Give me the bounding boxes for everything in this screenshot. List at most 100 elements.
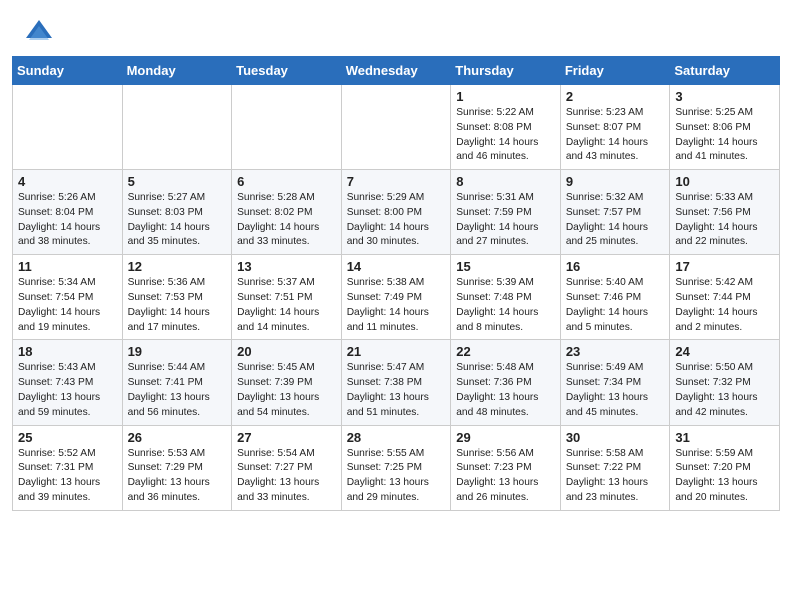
day-info: Sunrise: 5:56 AMSunset: 7:23 PMDaylight:… — [456, 447, 555, 506]
calendar-cell — [232, 85, 342, 170]
calendar-container: SundayMondayTuesdayWednesdayThursdayFrid… — [0, 56, 792, 523]
day-info: Sunrise: 5:55 AMSunset: 7:25 PMDaylight:… — [347, 447, 446, 506]
day-number: 21 — [347, 344, 446, 359]
calendar-cell: 5Sunrise: 5:27 AMSunset: 8:03 PMDaylight… — [122, 170, 232, 255]
calendar-cell: 22Sunrise: 5:48 AMSunset: 7:36 PMDayligh… — [451, 340, 561, 425]
logo — [24, 18, 58, 48]
calendar-cell: 31 Sunrise: 5:59 AMSunset: 7:20 PMDayligh… — [670, 425, 780, 510]
calendar-cell: 18 Sunrise: 5:43 AMSunset: 7:43 PMDayligh… — [13, 340, 123, 425]
calendar-cell: 14Sunrise: 5:38 AMSunset: 7:49 PMDayligh… — [341, 255, 451, 340]
calendar-cell: 27 Sunrise: 5:54 AMSunset: 7:27 PMDayligh… — [232, 425, 342, 510]
day-info: Sunrise: 5:22 AMSunset: 8:08 PMDaylight:… — [456, 106, 555, 165]
calendar-week-row: 1 Sunrise: 5:22 AMSunset: 8:08 PMDaylight… — [13, 85, 780, 170]
day-info: Sunrise: 5:50 AMSunset: 7:32 PMDaylight:… — [675, 361, 774, 420]
weekday-header-tuesday: Tuesday — [232, 57, 342, 85]
day-number: 27 — [237, 430, 336, 445]
calendar-cell: 24 Sunrise: 5:50 AMSunset: 7:32 PMDayligh… — [670, 340, 780, 425]
day-number: 7 — [347, 174, 446, 189]
day-number: 11 — [18, 259, 117, 274]
day-number: 30 — [566, 430, 665, 445]
day-number: 19 — [128, 344, 227, 359]
day-info: Sunrise: 5:28 AMSunset: 8:02 PMDaylight:… — [237, 191, 336, 250]
day-number: 25 — [18, 430, 117, 445]
calendar-cell — [341, 85, 451, 170]
day-info: Sunrise: 5:48 AMSunset: 7:36 PMDaylight:… — [456, 361, 555, 420]
calendar-cell: 12Sunrise: 5:36 AMSunset: 7:53 PMDayligh… — [122, 255, 232, 340]
calendar-cell: 11 Sunrise: 5:34 AMSunset: 7:54 PMDayligh… — [13, 255, 123, 340]
day-number: 4 — [18, 174, 117, 189]
weekday-header-thursday: Thursday — [451, 57, 561, 85]
calendar-cell: 25Sunrise: 5:52 AMSunset: 7:31 PMDayligh… — [13, 425, 123, 510]
day-info: Sunrise: 5:37 AMSunset: 7:51 PMDaylight:… — [237, 276, 336, 335]
day-info: Sunrise: 5:38 AMSunset: 7:49 PMDaylight:… — [347, 276, 446, 335]
calendar-cell: 15 Sunrise: 5:39 AMSunset: 7:48 PMDayligh… — [451, 255, 561, 340]
day-info: Sunrise: 5:40 AMSunset: 7:46 PMDaylight:… — [566, 276, 665, 335]
calendar-cell: 4 Sunrise: 5:26 AMSunset: 8:04 PMDaylight… — [13, 170, 123, 255]
weekday-header-wednesday: Wednesday — [341, 57, 451, 85]
calendar-cell: 19 Sunrise: 5:44 AMSunset: 7:41 PMDayligh… — [122, 340, 232, 425]
day-info: Sunrise: 5:25 AMSunset: 8:06 PMDaylight:… — [675, 106, 774, 165]
day-info: Sunrise: 5:43 AMSunset: 7:43 PMDaylight:… — [18, 361, 117, 420]
calendar-cell: 23Sunrise: 5:49 AMSunset: 7:34 PMDayligh… — [560, 340, 670, 425]
day-number: 20 — [237, 344, 336, 359]
day-number: 9 — [566, 174, 665, 189]
day-info: Sunrise: 5:49 AMSunset: 7:34 PMDaylight:… — [566, 361, 665, 420]
day-info: Sunrise: 5:58 AMSunset: 7:22 PMDaylight:… — [566, 447, 665, 506]
day-number: 15 — [456, 259, 555, 274]
calendar-cell: 20 Sunrise: 5:45 AMSunset: 7:39 PMDayligh… — [232, 340, 342, 425]
day-number: 18 — [18, 344, 117, 359]
day-info: Sunrise: 5:53 AMSunset: 7:29 PMDaylight:… — [128, 447, 227, 506]
day-number: 28 — [347, 430, 446, 445]
day-info: Sunrise: 5:44 AMSunset: 7:41 PMDaylight:… — [128, 361, 227, 420]
weekday-header-monday: Monday — [122, 57, 232, 85]
day-info: Sunrise: 5:39 AMSunset: 7:48 PMDaylight:… — [456, 276, 555, 335]
calendar-cell: 9 Sunrise: 5:32 AMSunset: 7:57 PMDaylight… — [560, 170, 670, 255]
day-info: Sunrise: 5:26 AMSunset: 8:04 PMDaylight:… — [18, 191, 117, 250]
calendar-cell: 16 Sunrise: 5:40 AMSunset: 7:46 PMDayligh… — [560, 255, 670, 340]
day-number: 5 — [128, 174, 227, 189]
day-number: 26 — [128, 430, 227, 445]
weekday-header-friday: Friday — [560, 57, 670, 85]
calendar-week-row: 25Sunrise: 5:52 AMSunset: 7:31 PMDayligh… — [13, 425, 780, 510]
day-number: 10 — [675, 174, 774, 189]
day-number: 1 — [456, 89, 555, 104]
day-number: 24 — [675, 344, 774, 359]
day-info: Sunrise: 5:47 AMSunset: 7:38 PMDaylight:… — [347, 361, 446, 420]
day-number: 3 — [675, 89, 774, 104]
day-number: 8 — [456, 174, 555, 189]
calendar-cell: 26 Sunrise: 5:53 AMSunset: 7:29 PMDayligh… — [122, 425, 232, 510]
calendar-cell: 3 Sunrise: 5:25 AMSunset: 8:06 PMDaylight… — [670, 85, 780, 170]
calendar-table: SundayMondayTuesdayWednesdayThursdayFrid… — [12, 56, 780, 511]
calendar-cell: 7Sunrise: 5:29 AMSunset: 8:00 PMDaylight… — [341, 170, 451, 255]
calendar-cell: 21 Sunrise: 5:47 AMSunset: 7:38 PMDayligh… — [341, 340, 451, 425]
day-info: Sunrise: 5:23 AMSunset: 8:07 PMDaylight:… — [566, 106, 665, 165]
calendar-cell: 10 Sunrise: 5:33 AMSunset: 7:56 PMDayligh… — [670, 170, 780, 255]
day-info: Sunrise: 5:59 AMSunset: 7:20 PMDaylight:… — [675, 447, 774, 506]
logo-icon — [24, 18, 54, 48]
day-info: Sunrise: 5:32 AMSunset: 7:57 PMDaylight:… — [566, 191, 665, 250]
page-header — [0, 0, 792, 56]
day-info: Sunrise: 5:31 AMSunset: 7:59 PMDaylight:… — [456, 191, 555, 250]
day-number: 6 — [237, 174, 336, 189]
day-info: Sunrise: 5:33 AMSunset: 7:56 PMDaylight:… — [675, 191, 774, 250]
calendar-cell — [13, 85, 123, 170]
weekday-header-sunday: Sunday — [13, 57, 123, 85]
weekday-header-row: SundayMondayTuesdayWednesdayThursdayFrid… — [13, 57, 780, 85]
day-info: Sunrise: 5:54 AMSunset: 7:27 PMDaylight:… — [237, 447, 336, 506]
calendar-week-row: 18 Sunrise: 5:43 AMSunset: 7:43 PMDayligh… — [13, 340, 780, 425]
calendar-cell: 2 Sunrise: 5:23 AMSunset: 8:07 PMDaylight… — [560, 85, 670, 170]
weekday-header-saturday: Saturday — [670, 57, 780, 85]
day-info: Sunrise: 5:45 AMSunset: 7:39 PMDaylight:… — [237, 361, 336, 420]
day-number: 16 — [566, 259, 665, 274]
day-info: Sunrise: 5:42 AMSunset: 7:44 PMDaylight:… — [675, 276, 774, 335]
calendar-cell: 28 Sunrise: 5:55 AMSunset: 7:25 PMDayligh… — [341, 425, 451, 510]
calendar-cell — [122, 85, 232, 170]
calendar-week-row: 4 Sunrise: 5:26 AMSunset: 8:04 PMDaylight… — [13, 170, 780, 255]
calendar-week-row: 11 Sunrise: 5:34 AMSunset: 7:54 PMDayligh… — [13, 255, 780, 340]
day-number: 31 — [675, 430, 774, 445]
calendar-cell: 17Sunrise: 5:42 AMSunset: 7:44 PMDayligh… — [670, 255, 780, 340]
day-info: Sunrise: 5:34 AMSunset: 7:54 PMDaylight:… — [18, 276, 117, 335]
day-number: 2 — [566, 89, 665, 104]
day-number: 29 — [456, 430, 555, 445]
calendar-cell: 8 Sunrise: 5:31 AMSunset: 7:59 PMDaylight… — [451, 170, 561, 255]
